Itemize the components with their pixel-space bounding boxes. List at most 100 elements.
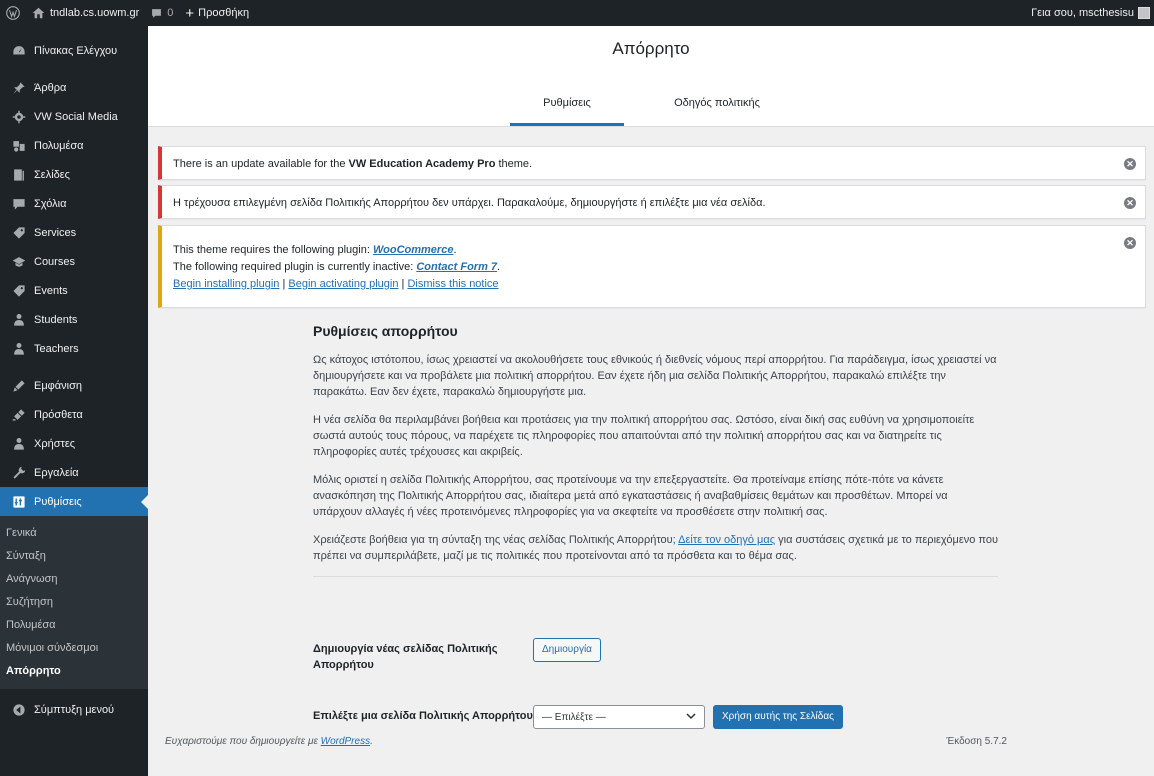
menu-dashboard[interactable]: Πίνακας Ελέγχου	[0, 36, 148, 65]
collapse-label: Σύμπτυξη μενού	[34, 703, 115, 716]
menu-courses[interactable]: Courses	[0, 247, 148, 276]
submenu-privacy[interactable]: Απόρρητο	[0, 660, 148, 683]
guide-link[interactable]: Δείτε τον οδηγό μας	[678, 534, 775, 546]
new-content-link[interactable]: + Προσθήκη	[179, 0, 255, 26]
menu-label: Ρυθμίσεις	[34, 495, 82, 508]
tag-icon	[12, 226, 26, 240]
menu-events[interactable]: Events	[0, 276, 148, 305]
menu-label: Πίνακας Ελέγχου	[34, 44, 118, 57]
plugin-icon	[12, 408, 26, 422]
user-icon	[12, 437, 26, 451]
menu-services[interactable]: Services	[0, 218, 148, 247]
update-text-post: theme.	[495, 158, 533, 170]
menu-posts[interactable]: Άρθρα	[0, 73, 148, 102]
greeting: Γεια σου, mscthesisu	[1031, 7, 1134, 19]
menu-tools[interactable]: Εργαλεία	[0, 458, 148, 487]
wordpress-link[interactable]: WordPress	[321, 736, 370, 747]
submenu-general[interactable]: Γενικά	[0, 522, 148, 545]
main-content: Απόρρητο Ρυθμίσεις Οδηγός πολιτικής Ther…	[148, 26, 1154, 776]
select-page-label: Επιλέξτε μια σελίδα Πολιτικής Απορρήτου	[313, 710, 533, 722]
use-page-button[interactable]: Χρήση αυτής της Σελίδας	[713, 705, 843, 729]
dashboard-icon	[12, 44, 26, 58]
menu-label: Teachers	[34, 342, 79, 355]
dismiss-icon[interactable]: ✕	[1124, 237, 1136, 249]
tab-settings[interactable]: Ρυθμίσεις	[510, 86, 624, 126]
comments-link[interactable]: 0	[145, 0, 179, 26]
wrench-icon	[12, 466, 26, 480]
section-heading: Ρυθμίσεις απορρήτου	[313, 323, 458, 339]
plugins-line-1: This theme requires the following plugin…	[173, 242, 1145, 259]
select-page-row: Επιλέξτε μια σελίδα Πολιτικής Απορρήτου …	[313, 705, 843, 729]
menu-label: Εμφάνιση	[34, 379, 83, 392]
users-icon	[12, 342, 26, 356]
required-plugins-notice: This theme requires the following plugin…	[158, 225, 1146, 308]
plugins-line1-post: .	[453, 244, 457, 256]
plugins-line2-post: .	[497, 261, 501, 273]
settings-submenu: Γενικά Σύνταξη Ανάγνωση Συζήτηση Πολυμέσ…	[0, 516, 148, 689]
gear-icon	[12, 110, 26, 124]
privacy-page-select[interactable]: — Επιλέξτε —	[533, 705, 705, 729]
menu-label: Σελίδες	[34, 168, 70, 181]
menu-label: Courses	[34, 255, 75, 268]
submenu-writing[interactable]: Σύνταξη	[0, 545, 148, 568]
collapse-icon	[12, 703, 26, 717]
help-text-pre: Χρειάζεστε βοήθεια για τη σύνταξη της νέ…	[313, 534, 679, 546]
footer-version: Έκδοση 5.7.2	[946, 736, 1007, 747]
collapse-menu-button[interactable]: Σύμπτυξη μενού	[0, 695, 148, 724]
begin-activating-link[interactable]: Begin activating plugin	[288, 278, 398, 290]
courses-icon	[12, 255, 26, 269]
plus-icon: +	[185, 4, 195, 22]
plugins-line-2: The following required plugin is current…	[173, 259, 1145, 276]
menu-students[interactable]: Students	[0, 305, 148, 334]
menu-comments[interactable]: Σχόλια	[0, 189, 148, 218]
submenu-permalinks[interactable]: Μόνιμοι σύνδεσμοι	[0, 637, 148, 660]
comment-icon	[12, 197, 26, 211]
footer-thanks-post: .	[370, 736, 373, 747]
menu-label: Άρθρα	[34, 81, 67, 94]
menu-teachers[interactable]: Teachers	[0, 334, 148, 363]
update-theme-name: VW Education Academy Pro	[348, 158, 496, 170]
comments-count: 0	[167, 7, 174, 19]
divider	[313, 576, 998, 577]
menu-vw-social-media[interactable]: VW Social Media	[0, 102, 148, 131]
footer: Ευχαριστούμε που δημιουργείτε με WordPre…	[165, 736, 1007, 747]
menu-appearance[interactable]: Εμφάνιση	[0, 371, 148, 400]
privacy-page-missing-notice: Η τρέχουσα επιλεγμένη σελίδα Πολιτικής Α…	[158, 185, 1146, 219]
woocommerce-link[interactable]: WooCommerce	[373, 244, 453, 256]
menu-plugins[interactable]: Πρόσθετα	[0, 400, 148, 429]
comment-icon	[152, 8, 162, 18]
contact-form-7-link[interactable]: Contact Form 7	[416, 261, 497, 273]
create-page-button[interactable]: Δημιουργία	[533, 638, 601, 662]
create-page-row: Δημιουργία νέας σελίδας Πολιτικής Απορρή…	[313, 638, 601, 673]
plugins-line2-pre: The following required plugin is current…	[173, 261, 417, 273]
review-paragraph: Μόλις οριστεί η σελίδα Πολιτικής Απορρήτ…	[313, 474, 948, 518]
dismiss-notice-link[interactable]: Dismiss this notice	[407, 278, 498, 290]
my-account[interactable]: Γεια σου, mscthesisu	[1031, 7, 1154, 19]
menu-media[interactable]: Πολυμέσα	[0, 131, 148, 160]
menu-label: Χρήστες	[34, 437, 76, 450]
submenu-reading[interactable]: Ανάγνωση	[0, 568, 148, 591]
site-name-link[interactable]: tndlab.cs.uowm.gr	[26, 0, 145, 26]
footer-thanks-pre: Ευχαριστούμε που δημιουργείτε με	[165, 736, 321, 747]
menu-label: Σχόλια	[34, 197, 67, 210]
menu-settings[interactable]: Ρυθμίσεις	[0, 487, 148, 516]
help-paragraph: Χρειάζεστε βοήθεια για τη σύνταξη της νέ…	[313, 532, 998, 564]
menu-label: Πολυμέσα	[34, 139, 84, 152]
submenu-discussion[interactable]: Συζήτηση	[0, 591, 148, 614]
menu-pages[interactable]: Σελίδες	[0, 160, 148, 189]
dismiss-icon[interactable]: ✕	[1124, 197, 1136, 209]
privacy-settings: Ρυθμίσεις απορρήτου Ως κάτοχος ιστότοπου…	[313, 323, 998, 729]
footer-thanks: Ευχαριστούμε που δημιουργείτε με WordPre…	[165, 736, 373, 747]
wordpress-logo[interactable]	[0, 0, 26, 26]
menu-label: Students	[34, 313, 78, 326]
avatar	[1138, 7, 1150, 19]
menu-label: Services	[34, 226, 77, 239]
new-content-label: Προσθήκη	[198, 7, 250, 19]
menu-users[interactable]: Χρήστες	[0, 429, 148, 458]
tab-policy-guide[interactable]: Οδηγός πολιτικής	[642, 86, 792, 126]
dismiss-icon[interactable]: ✕	[1124, 158, 1136, 170]
pin-icon	[12, 81, 26, 95]
begin-installing-link[interactable]: Begin installing plugin	[173, 278, 279, 290]
submenu-media[interactable]: Πολυμέσα	[0, 614, 148, 637]
home-icon	[32, 7, 45, 19]
